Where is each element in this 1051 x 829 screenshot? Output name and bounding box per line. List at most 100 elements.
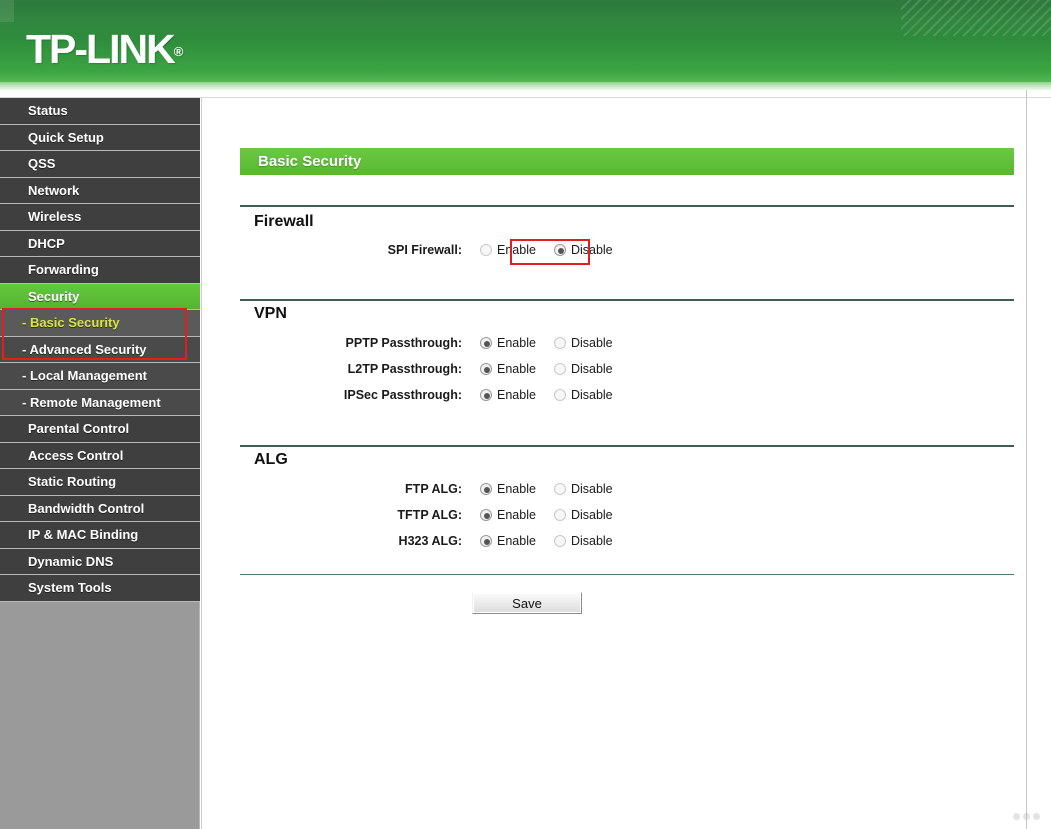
- sidebar-item-network[interactable]: Network: [0, 177, 200, 204]
- radio-option-enable[interactable]: Enable: [480, 482, 536, 496]
- radio-option-enable[interactable]: Enable: [480, 508, 536, 522]
- section-heading-firewall: Firewall: [254, 213, 314, 230]
- field-label: H323 ALG:: [398, 534, 462, 548]
- page-header: TP-LINK®: [0, 0, 1051, 90]
- radio-button-enable-selected[interactable]: [480, 535, 492, 547]
- radio-option-enable[interactable]: Enable: [480, 362, 536, 376]
- radio-option-disable[interactable]: Disable: [553, 534, 613, 548]
- sidebar-item-label: Quick Setup: [28, 129, 104, 145]
- radio-option-label: Disable: [570, 336, 613, 350]
- radio-button-enable-selected[interactable]: [480, 363, 492, 375]
- save-button[interactable]: Save: [472, 592, 582, 614]
- sidebar-item-advanced-security[interactable]: - Advanced Security: [0, 336, 200, 363]
- radio-button-disable-selected[interactable]: [553, 244, 566, 256]
- sidebar-item-basic-security[interactable]: - Basic Security: [0, 310, 200, 337]
- radio-group: Enable Disable: [480, 388, 613, 402]
- sidebar-item-qss[interactable]: QSS: [0, 151, 200, 178]
- main-content: Basic Security Firewall SPI Firewall: Ena…: [201, 98, 1051, 829]
- radio-option-label: Disable: [570, 508, 613, 522]
- sidebar-item-wireless[interactable]: Wireless: [0, 204, 200, 231]
- header-stripe-pattern: [901, 0, 1051, 36]
- radio-button-disable[interactable]: [553, 363, 566, 375]
- radio-group: Enable Disable: [480, 508, 613, 522]
- sidebar-item-security[interactable]: Security: [0, 283, 200, 310]
- sidebar-item-label: - Basic Security: [22, 315, 120, 330]
- sidebar-item-label: Forwarding: [28, 262, 99, 277]
- sidebar-item-label: Security: [28, 288, 80, 304]
- radio-group: Enable Disable: [480, 362, 613, 376]
- sidebar-item-bandwidth-control[interactable]: Bandwidth Control: [0, 495, 200, 522]
- sidebar-item-label: System Tools: [28, 580, 112, 595]
- field-label: FTP ALG:: [405, 482, 462, 496]
- sidebar-item-remote-management[interactable]: - Remote Management: [0, 389, 200, 416]
- sidebar-item-local-management[interactable]: - Local Management: [0, 363, 200, 390]
- radio-option-disable[interactable]: Disable: [553, 243, 613, 257]
- radio-option-disable[interactable]: Disable: [553, 336, 613, 350]
- radio-button-disable[interactable]: [553, 337, 566, 349]
- tp-link-logo: TP-LINK®: [26, 29, 183, 70]
- radio-button-enable-selected[interactable]: [480, 483, 492, 495]
- radio-button-disable[interactable]: [553, 483, 566, 495]
- section-heading-alg: ALG: [254, 451, 288, 468]
- sidebar-item-label: Bandwidth Control: [28, 500, 145, 516]
- sidebar-item-label: Wireless: [28, 209, 82, 224]
- divider-above-firewall: [240, 205, 1014, 207]
- sidebar-item-dhcp[interactable]: DHCP: [0, 230, 200, 257]
- radio-option-enable[interactable]: Enable: [480, 534, 536, 548]
- sidebar-item-label: DHCP: [28, 235, 65, 251]
- header-left-notch: [0, 0, 14, 22]
- sidebar-item-ip-mac-binding[interactable]: IP & MAC Binding: [0, 522, 200, 549]
- radio-option-disable[interactable]: Disable: [553, 508, 613, 522]
- sidebar-item-parental-control[interactable]: Parental Control: [0, 416, 200, 443]
- registered-mark-icon: ®: [173, 44, 184, 59]
- header-bottom-sheen: [0, 82, 1051, 90]
- divider-above-vpn: [240, 299, 1014, 301]
- radio-option-label: Enable: [497, 482, 536, 496]
- radio-option-disable[interactable]: Disable: [553, 482, 613, 496]
- sidebar-item-system-tools[interactable]: System Tools: [0, 575, 200, 602]
- sidebar-item-forwarding[interactable]: Forwarding: [0, 257, 200, 284]
- field-label: TFTP ALG:: [397, 508, 462, 522]
- radio-button-enable-selected[interactable]: [480, 509, 492, 521]
- radio-button-disable[interactable]: [553, 389, 566, 401]
- radio-button-enable-selected[interactable]: [480, 389, 492, 401]
- router-admin-page: TP-LINK® Status Quick Setup QSS Network Wire…: [0, 0, 1051, 829]
- sidebar-item-status[interactable]: Status: [0, 98, 200, 125]
- sidebar-item-quick-setup[interactable]: Quick Setup: [0, 124, 200, 151]
- radio-option-label: Disable: [570, 362, 613, 376]
- radio-group: Enable Disable: [480, 243, 613, 257]
- logo-text: TP-LINK: [26, 26, 176, 72]
- radio-option-label: Enable: [497, 388, 536, 402]
- corner-dots-icon: [1013, 812, 1043, 820]
- sidebar-item-access-control[interactable]: Access Control: [0, 442, 200, 469]
- field-label: PPTP Passthrough:: [345, 336, 462, 350]
- field-label: SPI Firewall:: [387, 243, 462, 257]
- radio-group: Enable Disable: [480, 336, 613, 350]
- divider-above-alg: [240, 445, 1014, 447]
- sidebar-item-label: IP & MAC Binding: [28, 527, 139, 542]
- radio-option-enable[interactable]: Enable: [480, 243, 536, 257]
- sidebar-item-dynamic-dns[interactable]: Dynamic DNS: [0, 548, 200, 575]
- radio-button-enable-selected[interactable]: [480, 337, 492, 349]
- radio-option-label: Disable: [570, 534, 613, 548]
- radio-option-label: Enable: [497, 508, 536, 522]
- field-label: IPSec Passthrough:: [343, 388, 462, 402]
- radio-option-enable[interactable]: Enable: [480, 336, 536, 350]
- radio-option-label: Disable: [570, 388, 613, 402]
- page-title: Basic Security: [240, 148, 1014, 175]
- section-heading-vpn: VPN: [254, 305, 287, 322]
- radio-option-label: Enable: [497, 336, 536, 350]
- radio-option-disable[interactable]: Disable: [553, 362, 613, 376]
- radio-option-disable[interactable]: Disable: [553, 388, 613, 402]
- sidebar-item-label: Status: [28, 103, 68, 118]
- radio-button-disable[interactable]: [553, 535, 566, 547]
- sidebar-item-label: - Local Management: [22, 368, 147, 383]
- radio-option-label: Disable: [570, 482, 613, 496]
- radio-button-disable[interactable]: [553, 509, 566, 521]
- radio-option-enable[interactable]: Enable: [480, 388, 536, 402]
- sidebar-item-static-routing[interactable]: Static Routing: [0, 469, 200, 496]
- sidebar-item-label: QSS: [28, 156, 56, 171]
- radio-button-enable[interactable]: [480, 244, 492, 256]
- radio-option-label: Enable: [497, 362, 536, 376]
- radio-option-label: Disable: [570, 243, 613, 257]
